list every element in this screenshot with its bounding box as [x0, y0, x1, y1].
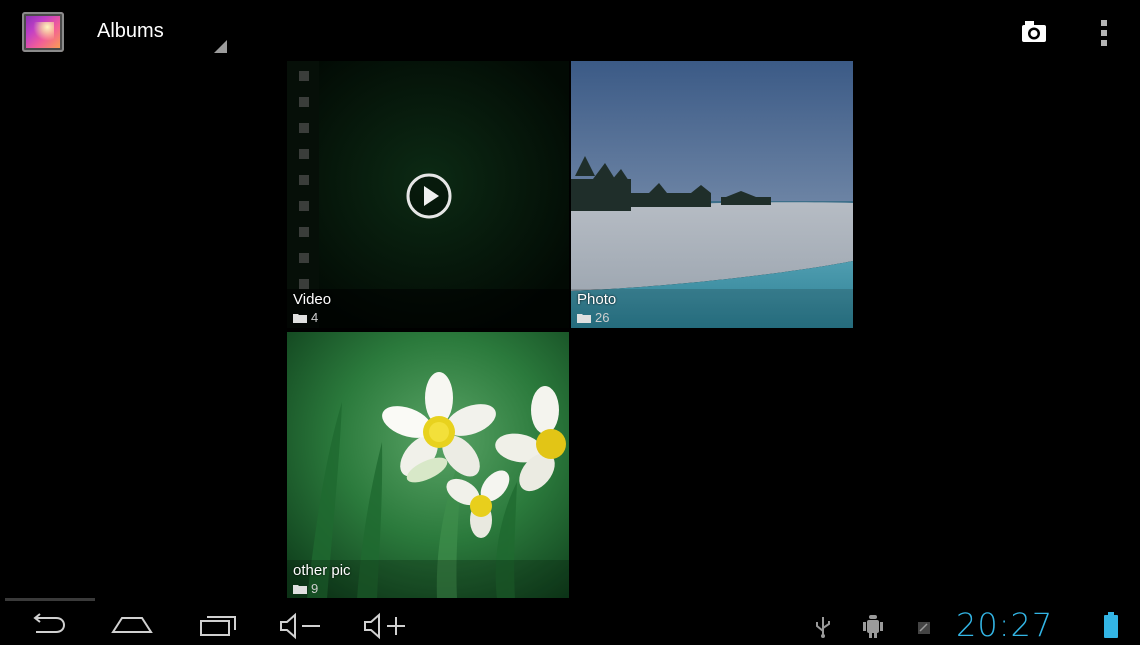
play-icon: [406, 173, 452, 219]
folder-icon: [577, 313, 591, 323]
album-name: other pic: [293, 562, 351, 579]
action-bar: Albums: [0, 0, 1140, 60]
folder-icon: [293, 313, 307, 323]
album-tile-photo[interactable]: Photo 26: [571, 61, 853, 328]
usb-icon: [816, 617, 830, 638]
android-debug-icon: [863, 615, 883, 638]
album-count-row: 9: [293, 581, 318, 596]
battery-icon: [1104, 612, 1118, 638]
volume-down-icon[interactable]: [278, 612, 326, 640]
gallery-icon[interactable]: [22, 12, 64, 52]
status-clock[interactable]: 20:27: [956, 606, 1053, 644]
album-view-title[interactable]: Albums: [97, 20, 164, 43]
view-spinner-indicator[interactable]: [214, 40, 227, 53]
back-icon[interactable]: [28, 612, 68, 638]
scroll-indicator: [5, 598, 95, 601]
beach-photo: [571, 61, 853, 328]
daffodil-flowers-photo: [287, 332, 569, 599]
home-icon[interactable]: [110, 612, 154, 638]
album-count: 4: [311, 310, 319, 325]
album-name: Photo: [577, 291, 617, 308]
album-tile-video[interactable]: Video 4: [287, 61, 569, 328]
album-count-row: 26: [577, 310, 609, 325]
album-count: 26: [595, 310, 610, 325]
volume-up-icon[interactable]: [362, 612, 410, 640]
overflow-menu-icon[interactable]: [1096, 18, 1112, 48]
notification-icon: [918, 622, 930, 634]
recent-apps-icon[interactable]: [197, 612, 241, 638]
folder-icon: [293, 584, 307, 594]
camera-icon[interactable]: [1018, 18, 1050, 46]
gallery-screen: Albums Video 4 Photo 26 other pic 9 20:2…: [0, 0, 1140, 645]
album-name: Video: [293, 291, 332, 308]
album-tile-other-pic[interactable]: other pic 9: [287, 332, 569, 599]
album-count-row: 4: [293, 310, 318, 325]
album-count: 9: [311, 581, 319, 596]
